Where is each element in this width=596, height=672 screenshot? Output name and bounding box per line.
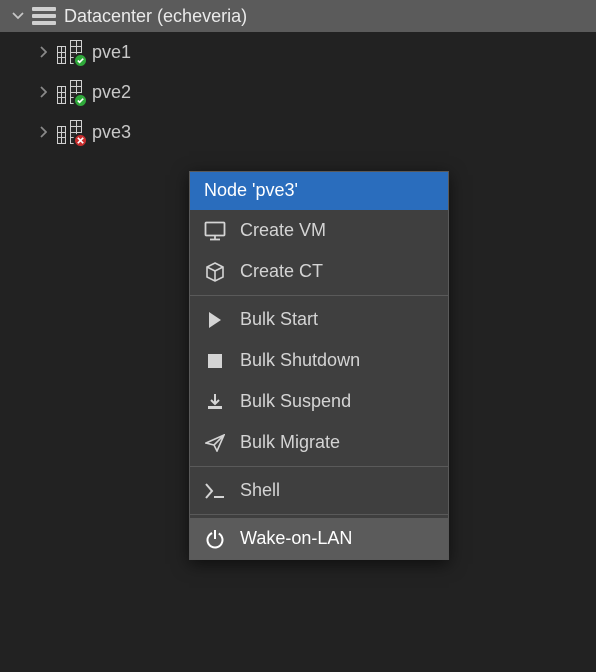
menu-label: Wake-on-LAN — [240, 528, 352, 549]
menu-label: Create CT — [240, 261, 323, 282]
separator — [190, 514, 448, 515]
node-label: pve3 — [92, 122, 131, 143]
status-ok-icon — [73, 53, 88, 68]
cube-icon — [204, 262, 226, 282]
play-icon — [204, 311, 226, 329]
menu-label: Bulk Migrate — [240, 432, 340, 453]
server-icon — [32, 7, 56, 25]
menu-wake-on-lan[interactable]: Wake-on-LAN — [190, 518, 448, 559]
menu-label: Bulk Start — [240, 309, 318, 330]
tree-nodes: pve1 pve2 pve3 — [0, 32, 596, 152]
building-icon — [57, 40, 82, 64]
menu-label: Bulk Suspend — [240, 391, 351, 412]
menu-label: Bulk Shutdown — [240, 350, 360, 371]
separator — [190, 295, 448, 296]
menu-shell[interactable]: Shell — [190, 470, 448, 511]
status-error-icon — [73, 133, 88, 148]
datacenter-label: Datacenter (echeveria) — [64, 6, 247, 27]
building-icon — [57, 120, 82, 144]
context-menu-header: Node 'pve3' — [190, 172, 448, 210]
chevron-right-icon — [40, 46, 47, 58]
stop-icon — [204, 353, 226, 369]
download-icon — [204, 393, 226, 411]
menu-bulk-suspend[interactable]: Bulk Suspend — [190, 381, 448, 422]
separator — [190, 466, 448, 467]
node-pve2[interactable]: pve2 — [0, 72, 596, 112]
building-icon — [57, 80, 82, 104]
menu-bulk-shutdown[interactable]: Bulk Shutdown — [190, 340, 448, 381]
tree-root-row[interactable]: Datacenter (echeveria) — [0, 0, 596, 32]
menu-create-vm[interactable]: Create VM — [190, 210, 448, 251]
menu-bulk-start[interactable]: Bulk Start — [190, 299, 448, 340]
node-label: pve2 — [92, 82, 131, 103]
power-icon — [204, 529, 226, 549]
node-pve3[interactable]: pve3 — [0, 112, 596, 152]
menu-label: Shell — [240, 480, 280, 501]
chevron-right-icon — [40, 126, 47, 138]
menu-create-ct[interactable]: Create CT — [190, 251, 448, 292]
context-menu: Node 'pve3' Create VM Create CT Bulk Sta… — [189, 171, 449, 560]
menu-label: Create VM — [240, 220, 326, 241]
node-label: pve1 — [92, 42, 131, 63]
menu-bulk-migrate[interactable]: Bulk Migrate — [190, 422, 448, 463]
node-pve1[interactable]: pve1 — [0, 32, 596, 72]
desktop-icon — [204, 221, 226, 241]
terminal-icon — [204, 483, 226, 499]
status-ok-icon — [73, 93, 88, 108]
paper-plane-icon — [204, 434, 226, 452]
chevron-down-icon — [12, 12, 24, 20]
chevron-right-icon — [40, 86, 47, 98]
